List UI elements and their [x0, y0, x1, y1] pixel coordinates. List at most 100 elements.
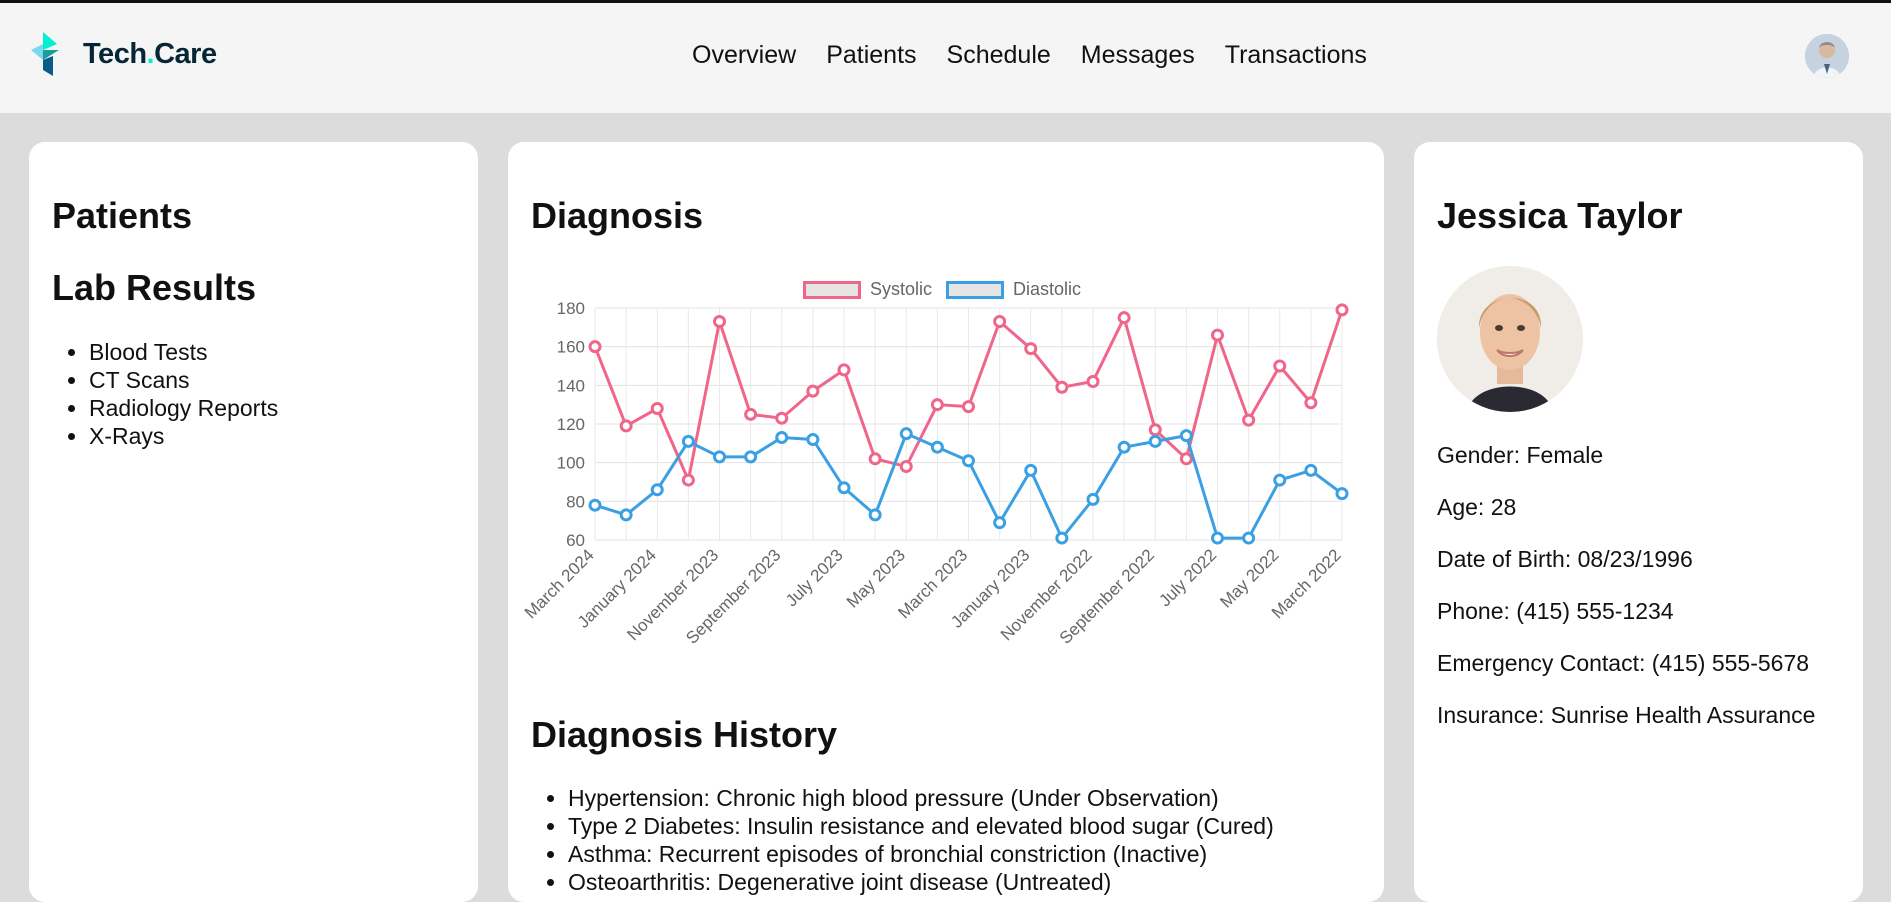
diagnosis-history-heading: Diagnosis History [531, 714, 838, 755]
lab-item-ct-scans[interactable]: CT Scans [89, 366, 278, 394]
lab-item-x-rays[interactable]: X-Rays [89, 422, 278, 450]
data-point-systolic [650, 402, 664, 416]
lab-item-radiology-reports[interactable]: Radiology Reports [89, 394, 278, 422]
patient-phone: Phone: (415) 555-1234 [1437, 598, 1674, 624]
data-point-systolic [806, 384, 820, 398]
data-point-diastolic [1117, 440, 1131, 454]
legend-swatch-diastolic [946, 280, 1005, 299]
data-point-diastolic [962, 454, 975, 468]
blood-pressure-chart: 6080100120140160180March 2024January 202… [521, 302, 1349, 648]
diagnosis-heading: Diagnosis [531, 195, 704, 236]
legend-swatch-systolic [803, 280, 861, 299]
x-tick-label: May 2022 [1216, 545, 1282, 611]
data-point-systolic [681, 473, 695, 487]
data-point-diastolic [619, 508, 633, 522]
data-point-systolic [1086, 374, 1100, 388]
diagnosis-history-list: Hypertension: Chronic high blood pressur… [508, 784, 1274, 896]
data-point-systolic [588, 340, 602, 354]
nav-overview[interactable]: Overview [692, 41, 796, 70]
data-point-systolic [1335, 303, 1349, 317]
data-point-systolic [1242, 413, 1256, 427]
data-point-systolic [713, 315, 726, 329]
legend-diastolic[interactable]: Diastolic [946, 279, 1081, 300]
data-point-diastolic [1148, 434, 1162, 448]
y-tick-label: 80 [566, 492, 585, 511]
patient-emergency-contact: Emergency Contact: (415) 555-5678 [1437, 650, 1810, 676]
data-point-diastolic [1055, 531, 1069, 545]
brand-name: Tech.Care [83, 37, 217, 70]
patient-profile-card: Jessica Taylor Gender: Female Age: 28 Da… [1414, 142, 1863, 902]
data-point-systolic [930, 398, 944, 412]
legend-label-systolic: Systolic [870, 279, 933, 299]
nav-transactions[interactable]: Transactions [1225, 41, 1367, 70]
lab-item-blood-tests[interactable]: Blood Tests [89, 338, 278, 366]
legend-systolic[interactable]: Systolic [803, 279, 932, 300]
data-point-diastolic [744, 450, 758, 464]
data-point-diastolic [681, 434, 695, 448]
data-point-systolic [1304, 396, 1318, 410]
data-point-systolic [619, 419, 633, 433]
data-point-diastolic [650, 483, 664, 497]
patient-insurance: Insurance: Sunrise Health Assurance [1437, 702, 1816, 728]
patient-name: Jessica Taylor [1437, 195, 1683, 236]
data-point-systolic [1179, 452, 1193, 466]
legend-label-diastolic: Diastolic [1013, 279, 1082, 299]
data-point-diastolic [1024, 463, 1038, 477]
data-point-diastolic [775, 431, 789, 445]
data-point-systolic [1024, 342, 1038, 356]
patient-photo-image [1437, 266, 1583, 412]
brand-logo[interactable]: Tech.Care [29, 30, 217, 78]
data-point-diastolic [1335, 487, 1349, 501]
chart-legend: Systolic Diastolic [803, 279, 1095, 300]
lab-results-heading: Lab Results [52, 267, 257, 308]
patient-age: Age: 28 [1437, 494, 1517, 520]
y-tick-label: 180 [557, 302, 585, 318]
x-tick-label: July 2022 [1155, 545, 1220, 610]
top-header: Tech.Care Overview Patients Schedule Mes… [0, 3, 1891, 113]
data-point-systolic [962, 400, 975, 414]
data-point-diastolic [868, 508, 882, 522]
data-point-diastolic [588, 498, 602, 512]
data-point-systolic [1211, 328, 1224, 342]
nav-patients[interactable]: Patients [826, 41, 916, 70]
history-item: Type 2 Diabetes: Insulin resistance and … [568, 812, 1274, 840]
patient-photo [1437, 266, 1583, 412]
data-point-systolic [1148, 423, 1162, 437]
patient-dob: Date of Birth: 08/23/1996 [1437, 546, 1693, 572]
data-point-systolic [837, 363, 851, 377]
y-tick-label: 100 [557, 454, 585, 473]
data-point-systolic [868, 452, 882, 466]
data-point-diastolic [1273, 473, 1287, 487]
doctor-avatar[interactable] [1805, 34, 1849, 78]
data-point-systolic [775, 411, 789, 425]
data-point-diastolic [1211, 531, 1224, 545]
nav-messages[interactable]: Messages [1081, 41, 1195, 70]
data-point-diastolic [1304, 463, 1318, 477]
history-item: Hypertension: Chronic high blood pressur… [568, 784, 1274, 812]
data-point-systolic [993, 315, 1007, 329]
patients-heading: Patients [52, 195, 193, 236]
y-tick-label: 140 [557, 376, 585, 395]
data-point-systolic [744, 407, 758, 421]
x-tick-label: July 2023 [782, 545, 847, 610]
x-tick-label: May 2023 [843, 545, 909, 611]
data-point-systolic [899, 460, 913, 474]
data-point-diastolic [806, 432, 820, 446]
history-item: Asthma: Recurrent episodes of bronchial … [568, 840, 1274, 868]
y-tick-label: 120 [557, 415, 585, 434]
data-point-diastolic [1242, 531, 1256, 545]
main-nav: Overview Patients Schedule Messages Tran… [692, 41, 1367, 70]
data-point-diastolic [930, 440, 944, 454]
data-point-diastolic [713, 450, 726, 464]
lab-results-list: Blood Tests CT Scans Radiology Reports X… [29, 338, 278, 450]
data-point-systolic [1055, 380, 1069, 394]
data-point-diastolic [1179, 429, 1193, 443]
data-point-systolic [1117, 311, 1131, 325]
patient-gender: Gender: Female [1437, 442, 1604, 468]
logo-icon [31, 32, 59, 76]
data-point-diastolic [837, 481, 851, 495]
data-point-diastolic [993, 516, 1007, 530]
nav-schedule[interactable]: Schedule [947, 41, 1051, 70]
y-tick-label: 160 [557, 338, 585, 357]
diagnosis-card: Diagnosis Systolic Diastolic 60 80 100 120 1… [508, 142, 1384, 902]
